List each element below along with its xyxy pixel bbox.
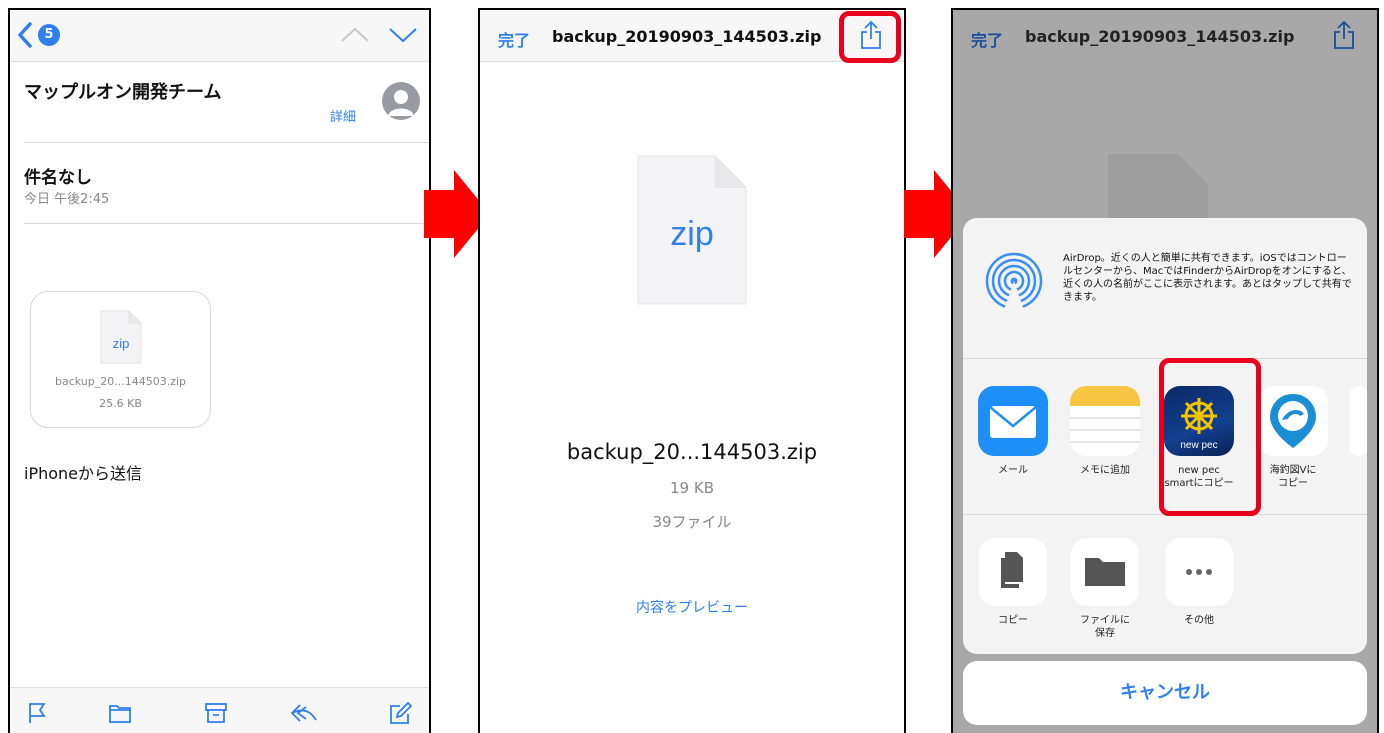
mail-date: 今日 午後2:45 bbox=[24, 192, 110, 207]
share-highlight-box bbox=[839, 11, 901, 63]
sender-name: マップルオン開発チーム bbox=[24, 82, 222, 103]
action-label: コピー bbox=[998, 615, 1028, 626]
done-button[interactable]: 完了 bbox=[498, 27, 530, 51]
preview-title: backup_20190903_144503.zip bbox=[552, 27, 822, 46]
unread-badge[interactable]: 5 bbox=[38, 24, 60, 46]
file-name: backup_20...144503.zip bbox=[566, 440, 818, 464]
zip-label: zip bbox=[670, 215, 713, 253]
cancel-button[interactable]: キャンセル bbox=[963, 661, 1367, 725]
preview-title: backup_20190903_144503.zip bbox=[1025, 27, 1295, 46]
share-sheet-screen: 完了 backup_20190903_144503.zip AirDrop。近く… bbox=[951, 8, 1379, 733]
umitsurizu-app-icon bbox=[1258, 386, 1328, 456]
mail-app-icon bbox=[978, 386, 1048, 456]
share-app-mail[interactable]: メール bbox=[973, 386, 1053, 477]
action-save-to-files[interactable]: ファイルに 保存 bbox=[1065, 538, 1145, 640]
app-label: メール bbox=[998, 465, 1028, 476]
action-more[interactable]: その他 bbox=[1159, 538, 1239, 627]
zip-file-icon bbox=[1108, 154, 1208, 224]
attachment-card[interactable]: zip backup_20...144503.zip 25.6 KB bbox=[30, 291, 211, 428]
avatar-icon bbox=[382, 82, 420, 120]
file-size: 19 KB bbox=[670, 479, 714, 497]
file-count: 39ファイル bbox=[652, 513, 732, 531]
share-app-notes[interactable]: メモに追加 bbox=[1065, 386, 1145, 477]
zip-file-icon: zip bbox=[637, 155, 747, 305]
action-label: その他 bbox=[1184, 615, 1214, 626]
mail-toolbar bbox=[10, 687, 429, 733]
chevron-up-icon[interactable] bbox=[340, 26, 370, 44]
zip-preview-screen: 完了 backup_20190903_144503.zip zip backup… bbox=[478, 8, 906, 733]
attachment-name: backup_20...144503.zip bbox=[54, 375, 187, 388]
attachment-size: 25.6 KB bbox=[99, 397, 142, 410]
notes-app-icon bbox=[1070, 386, 1140, 456]
mail-nav-bar: 5 bbox=[10, 10, 429, 62]
share-icon bbox=[1334, 20, 1354, 49]
newpec-highlight-box bbox=[1159, 358, 1261, 516]
signature: iPhoneから送信 bbox=[24, 464, 143, 483]
action-copy[interactable]: コピー bbox=[973, 538, 1053, 627]
preview-contents-link[interactable]: 内容をプレビュー bbox=[480, 597, 904, 617]
airdrop-description: AirDrop。近くの人と簡単に共有できます。iOSではコントロールセンターから… bbox=[1063, 253, 1352, 303]
copy-icon bbox=[979, 538, 1047, 606]
folder-icon bbox=[1071, 538, 1139, 606]
done-button: 完了 bbox=[971, 31, 1004, 50]
mail-screen: 5 マップルオン開発チーム 詳細 件名なし 今日 午後2:45 zip back… bbox=[8, 8, 431, 733]
reply-icon[interactable] bbox=[290, 702, 318, 724]
compose-icon[interactable] bbox=[388, 702, 412, 726]
divider bbox=[24, 142, 429, 143]
share-app-umitsurizu[interactable]: 海釣図Vに コピー bbox=[1253, 386, 1333, 490]
back-chevron-icon[interactable] bbox=[16, 21, 34, 49]
flag-icon[interactable] bbox=[28, 702, 48, 724]
zip-label: zip bbox=[113, 336, 130, 351]
app-label: メモに追加 bbox=[1080, 465, 1130, 476]
zip-file-icon: zip bbox=[100, 310, 142, 364]
action-label: ファイルに 保存 bbox=[1080, 615, 1130, 639]
airdrop-icon[interactable] bbox=[985, 252, 1043, 310]
folder-icon[interactable] bbox=[108, 702, 132, 724]
app-label: 海釣図Vに コピー bbox=[1269, 465, 1317, 489]
dimmed-nav-bar: 完了 backup_20190903_144503.zip bbox=[953, 10, 1377, 62]
more-icon bbox=[1165, 538, 1233, 606]
detail-link[interactable]: 詳細 bbox=[330, 106, 356, 125]
more-apps-peek[interactable] bbox=[1349, 386, 1367, 456]
archive-icon[interactable] bbox=[204, 702, 228, 724]
divider bbox=[24, 223, 429, 224]
chevron-down-icon[interactable] bbox=[388, 26, 418, 44]
mail-subject: 件名なし bbox=[24, 168, 92, 188]
